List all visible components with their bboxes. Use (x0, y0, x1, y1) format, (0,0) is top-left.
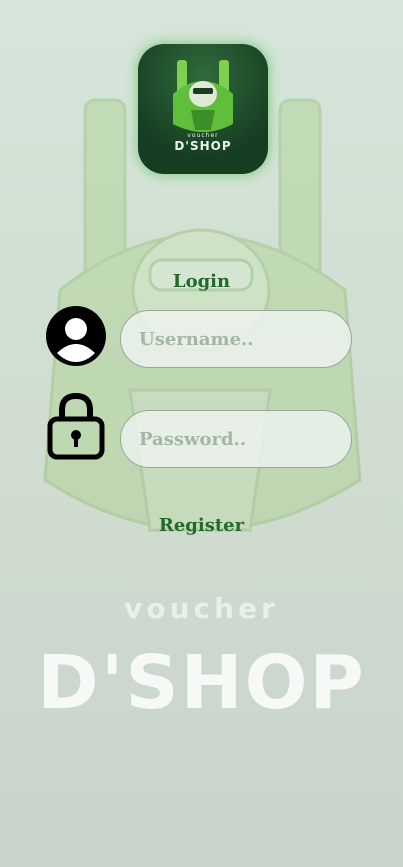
background-brand-text: D'SHOP (37, 640, 366, 726)
lock-icon (47, 392, 105, 460)
app-logo: voucher D'SHOP (138, 44, 268, 174)
password-input[interactable] (120, 410, 352, 468)
logo-brand-text: D'SHOP (174, 139, 232, 153)
register-link[interactable]: Register (0, 515, 403, 536)
background-voucher-text: voucher (124, 592, 279, 625)
login-title: Login (172, 271, 231, 292)
logo-voucher-text: voucher (187, 132, 219, 139)
username-input[interactable] (120, 310, 352, 368)
mascot-icon (173, 60, 233, 132)
user-circle-icon (46, 306, 106, 366)
